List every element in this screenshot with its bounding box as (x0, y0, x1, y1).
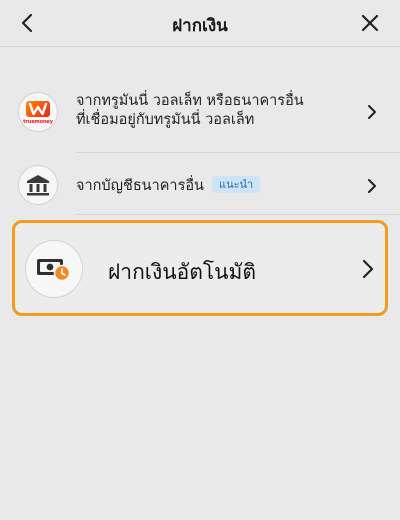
option-label: จากทรูมันนี่ วอลเล็ท หรือธนาคารอื่น ที่เ… (76, 92, 356, 130)
option-label-text: จากบัญชีธนาคารอื่น (76, 178, 204, 194)
truemoney-logo-icon: truemoney (18, 92, 58, 132)
page-title: ฝากเงิน (172, 16, 228, 36)
money-clock-icon (25, 240, 83, 298)
option-label-line2: ที่เชื่อมอยู่กับทรูมันนี่ วอลเล็ท (76, 112, 255, 128)
bank-icon (18, 165, 58, 205)
recommended-badge: แนะนำ (211, 176, 261, 193)
divider (76, 152, 400, 153)
header-bar: ฝากเงิน (0, 0, 400, 47)
truemoney-logo-text: truemoney (23, 119, 53, 125)
divider (76, 214, 400, 215)
close-icon[interactable] (358, 11, 382, 35)
option-label-line1: จากทรูมันนี่ วอลเล็ท หรือธนาคารอื่น (76, 93, 304, 109)
deposit-option-auto[interactable]: ฝากเงินอัตโนมัติ (12, 220, 388, 316)
deposit-option-truemoney[interactable]: truemoney จากทรูมันนี่ วอลเล็ท หรือธนาคา… (0, 80, 400, 146)
chevron-right-icon (368, 179, 376, 193)
deposit-option-other-bank[interactable]: จากบัญชีธนาคารอื่น แนะนำ (0, 160, 400, 212)
option-label: จากบัญชีธนาคารอื่น แนะนำ (76, 176, 261, 196)
chevron-right-icon (368, 105, 376, 119)
option-label: ฝากเงินอัตโนมัติ (108, 260, 256, 284)
chevron-right-icon (362, 259, 374, 279)
